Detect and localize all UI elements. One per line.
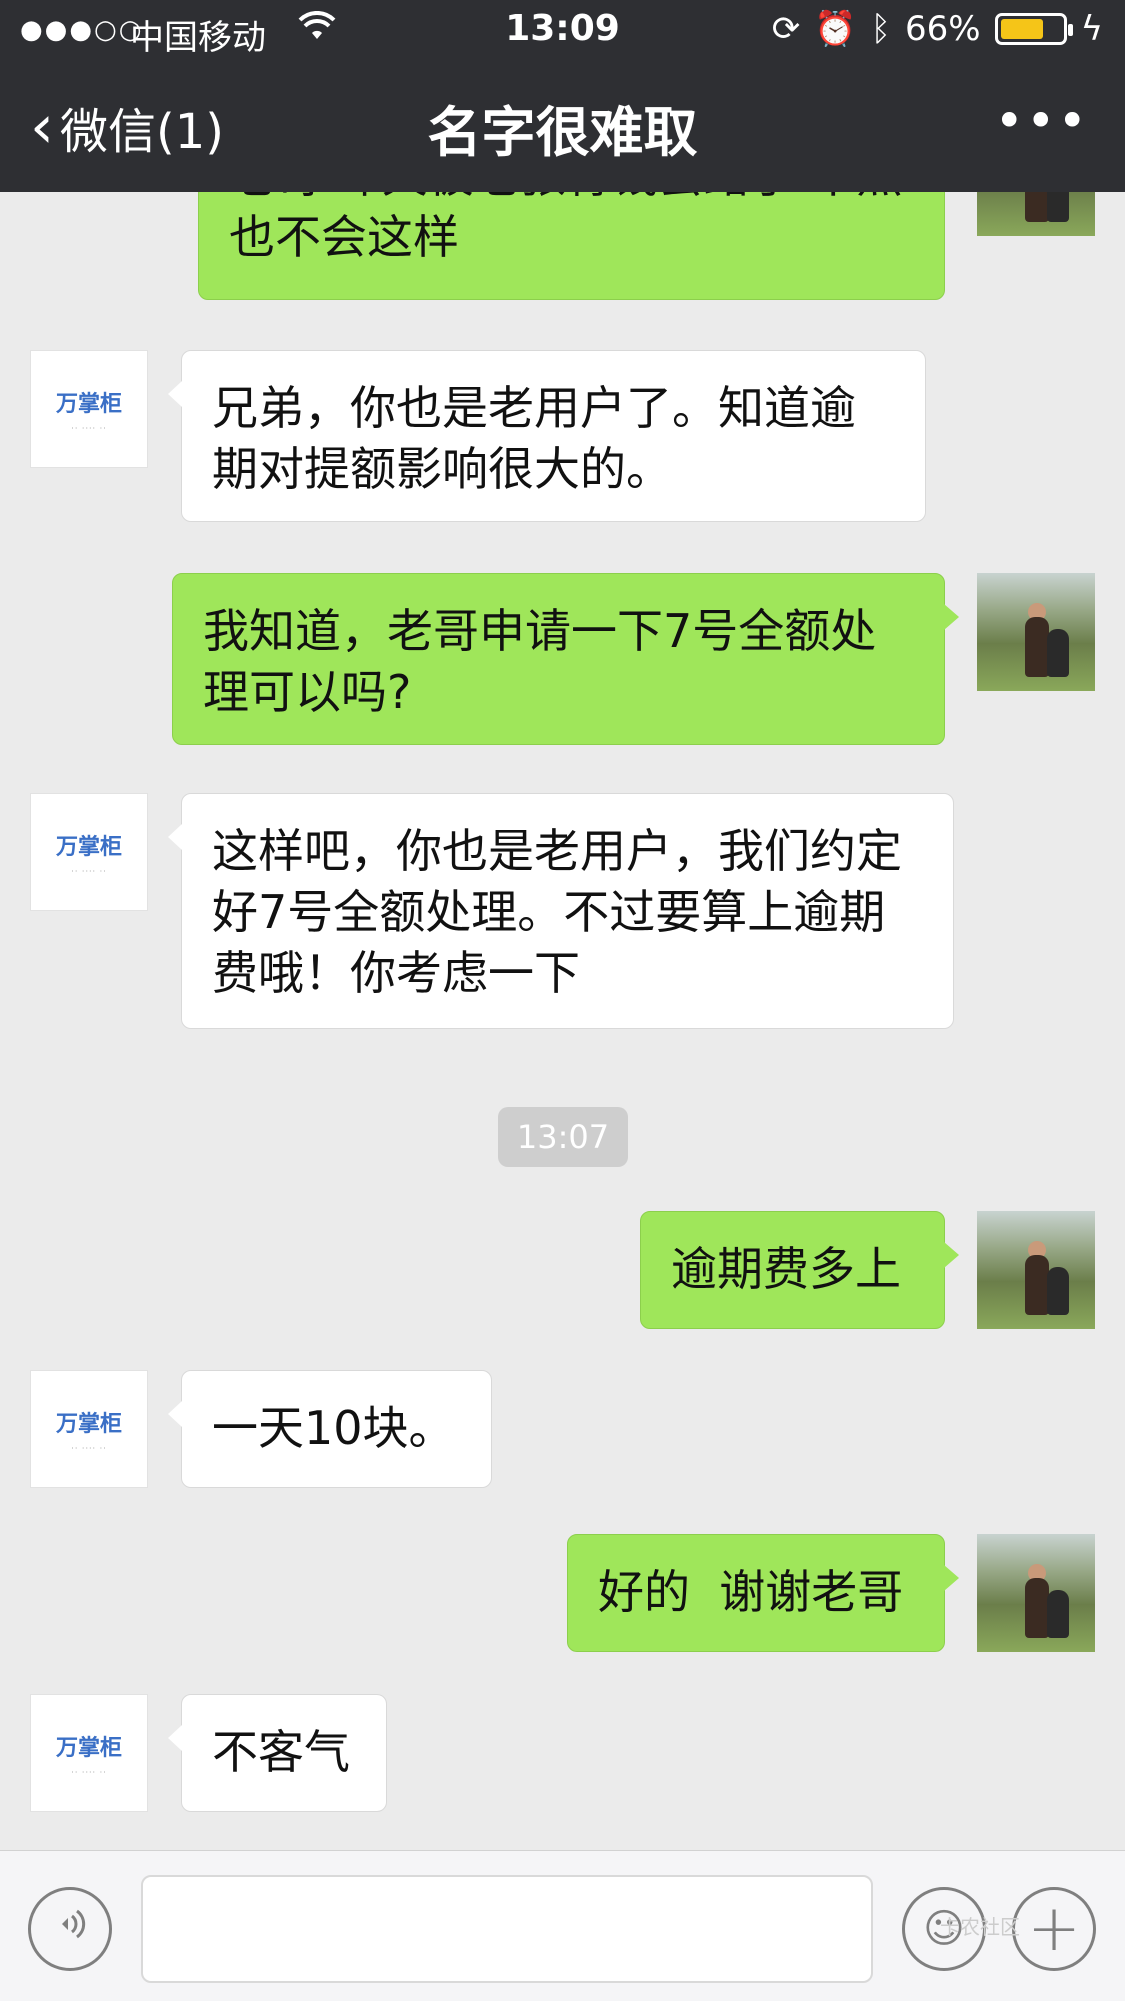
top-bar: ●●●○○ 中国移动 13:09 ⟳ ⏰ ᛒ 66% ϟ ‹ 微信(1) 名字很…	[0, 0, 1125, 192]
more-options-button[interactable]: •••	[995, 92, 1089, 150]
contact-avatar[interactable]: 万掌柜 ·· ···· ··	[30, 1694, 148, 1812]
user-avatar[interactable]	[977, 192, 1095, 236]
user-avatar[interactable]	[977, 1211, 1095, 1329]
charging-icon: ϟ	[1080, 9, 1103, 49]
message-bubble-outgoing[interactable]: 老哥 昨天被老张骨钱尝路了 不然也不会这样	[198, 192, 945, 300]
chat-title: 名字很难取	[427, 101, 698, 164]
contact-avatar[interactable]: 万掌柜 ·· ···· ··	[30, 793, 148, 911]
chat-area[interactable]: 老哥 昨天被老张骨钱尝路了 不然也不会这样 万掌柜 ·· ···· ·· 兄弟，…	[0, 192, 1125, 1850]
message-timestamp: 13:07	[498, 1107, 628, 1167]
watermark: 卡农社区	[940, 1915, 1020, 1939]
bluetooth-icon: ᛒ	[870, 9, 891, 49]
plus-icon: +	[1027, 1892, 1081, 1966]
more-functions-button[interactable]: +	[1012, 1887, 1096, 1971]
message-bubble-outgoing[interactable]: 我知道，老哥申请一下7号全额处理可以吗?	[172, 573, 959, 745]
message-input[interactable]	[141, 1875, 873, 1983]
message-bubble-outgoing[interactable]: 逾期费多上	[640, 1211, 959, 1329]
message-bubble-incoming[interactable]: 不客气	[168, 1694, 387, 1812]
avatar-logo: 万掌柜	[55, 391, 122, 417]
user-avatar[interactable]	[977, 573, 1095, 691]
contact-avatar[interactable]: 万掌柜 ·· ···· ··	[30, 1370, 148, 1488]
avatar-logo: 万掌柜	[55, 1411, 122, 1437]
voice-input-button[interactable]	[28, 1887, 112, 1971]
input-bar: ☺ + 卡农社区	[0, 1850, 1125, 2001]
message-bubble-incoming[interactable]: 这样吧，你也是老用户，我们约定好7号全额处理。不过要算上逾期费哦！你考虑一下	[168, 793, 954, 1029]
contact-avatar[interactable]: 万掌柜 ·· ···· ··	[30, 350, 148, 468]
rotation-lock-icon: ⟳	[771, 9, 801, 49]
voice-icon	[50, 1904, 90, 1954]
message-bubble-incoming[interactable]: 兄弟，你也是老用户了。知道逾期对提额影响很大的。	[168, 350, 926, 522]
alarm-icon: ⏰	[814, 9, 857, 49]
battery-percent: 66%	[904, 9, 981, 49]
status-bar: ●●●○○ 中国移动 13:09 ⟳ ⏰ ᛒ 66% ϟ	[0, 0, 1125, 60]
avatar-logo: 万掌柜	[55, 1735, 122, 1761]
message-bubble-outgoing[interactable]: 好的 谢谢老哥	[567, 1534, 959, 1652]
message-bubble-incoming[interactable]: 一天10块。	[168, 1370, 492, 1488]
avatar-logo: 万掌柜	[55, 834, 122, 860]
battery-icon	[994, 13, 1073, 45]
user-avatar[interactable]	[977, 1534, 1095, 1652]
